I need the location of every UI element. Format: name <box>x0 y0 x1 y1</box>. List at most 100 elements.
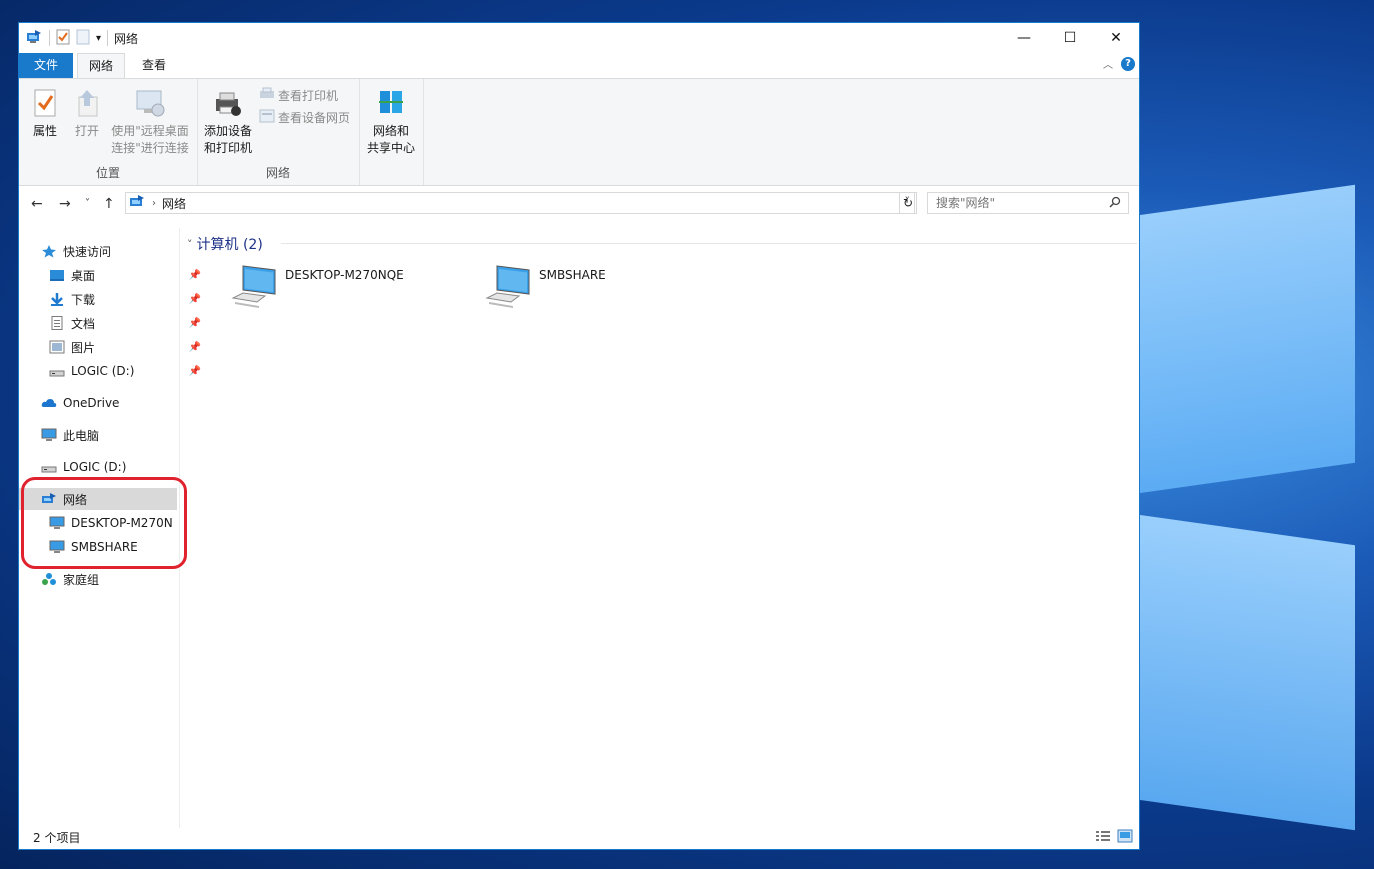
nav-quick-access[interactable]: 快速访问 <box>19 240 199 262</box>
nav-downloads[interactable]: 下载 📌 <box>19 288 207 310</box>
explorer-window: ▾ 网络 — ☐ ✕ 文件 网络 查看 ︿ ? 属性 打开 使用"远程桌面 连接… <box>18 22 1140 850</box>
quick-access-toolbar: ▾ <box>19 29 109 48</box>
nav-onedrive[interactable]: OneDrive <box>19 392 199 414</box>
title-bar: ▾ 网络 — ☐ ✕ <box>19 23 1139 53</box>
up-arrow-icon[interactable]: ↑ <box>103 196 115 212</box>
open-button[interactable]: 打开 <box>69 87 105 140</box>
collapse-ribbon-icon[interactable]: ︿ <box>1103 56 1113 71</box>
nav-onedrive-label: OneDrive <box>63 396 120 410</box>
address-bar-row: ← → ˅ ↑ › 网络 ˅ ↻ <box>19 186 1139 222</box>
ribbon: 属性 打开 使用"远程桌面 连接"进行连接 位置 添加设备 和打印机 查看打印机… <box>19 78 1139 186</box>
desktop-window-pane-bottom <box>1140 515 1355 831</box>
computer-item-smbshare[interactable]: SMBSHARE <box>485 264 606 313</box>
computer-icon <box>231 264 279 313</box>
nav-pictures[interactable]: 图片 📌 <box>19 336 207 358</box>
nav-this-pc-label: 此电脑 <box>63 428 100 443</box>
recent-locations-chevron-icon[interactable]: ˅ <box>85 198 90 209</box>
network-sharing-center-icon <box>375 87 407 119</box>
tab-view[interactable]: 查看 <box>131 53 177 78</box>
desktop-icon <box>49 268 65 282</box>
network-sharing-center-button[interactable]: 网络和 共享中心 <box>365 87 417 157</box>
tab-network[interactable]: 网络 <box>77 53 125 78</box>
breadcrumb-separator-icon[interactable]: › <box>152 198 156 209</box>
nav-desktop[interactable]: 桌面 📌 <box>19 264 207 286</box>
customize-toolbar-chevron-icon[interactable]: ▾ <box>96 33 101 44</box>
nav-downloads-label: 下载 <box>71 292 96 307</box>
network-breadcrumb-icon <box>128 194 146 213</box>
add-device-icon <box>212 87 244 119</box>
tab-file[interactable]: 文件 <box>19 53 73 78</box>
remote-desktop-button[interactable]: 使用"远程桌面 连接"进行连接 <box>109 87 191 157</box>
drive-icon <box>49 364 65 378</box>
highlight-annotation <box>21 477 187 569</box>
nav-homegroup[interactable]: 家庭组 <box>19 568 199 590</box>
network-sharing-center-label-line2: 共享中心 <box>366 141 415 155</box>
nav-logic-drive-pinned[interactable]: LOGIC (D:) 📌 <box>19 360 207 382</box>
breadcrumb[interactable]: 网络 <box>162 195 186 212</box>
remote-desktop-label-line2: 连接"进行连接 <box>111 141 189 155</box>
ribbon-tabs: 文件 网络 查看 <box>19 53 1139 78</box>
properties-label: 属性 <box>32 124 57 138</box>
view-device-webpage-label: 查看设备网页 <box>278 111 351 125</box>
open-label: 打开 <box>74 124 99 138</box>
add-device-button[interactable]: 添加设备 和打印机 <box>203 87 253 157</box>
view-device-webpage-button[interactable]: 查看设备网页 <box>259 109 350 126</box>
new-folder-quick-icon[interactable] <box>76 29 90 48</box>
picture-icon <box>49 340 65 354</box>
properties-button[interactable]: 属性 <box>27 87 63 140</box>
address-field[interactable]: › 网络 ˅ <box>125 192 915 214</box>
forward-arrow-icon[interactable]: → <box>59 196 71 212</box>
group-header-computers[interactable]: ˅ 计算机 (2) <box>187 234 263 254</box>
status-bar: 2 个项目 <box>19 825 1139 849</box>
nav-logic-drive-label: LOGIC (D:) <box>63 460 127 474</box>
add-device-label-line1: 添加设备 <box>203 124 252 138</box>
computer-icon <box>485 264 533 313</box>
nav-quick-access-label: 快速访问 <box>63 244 112 259</box>
computer-item-label: SMBSHARE <box>539 268 606 282</box>
ribbon-group-network: 添加设备 和打印机 查看打印机 查看设备网页 网络 <box>197 79 360 185</box>
back-arrow-icon[interactable]: ← <box>31 196 43 212</box>
nav-logic-drive-pinned-label: LOGIC (D:) <box>71 364 135 378</box>
collapse-group-chevron-icon[interactable]: ˅ <box>187 238 193 251</box>
close-button[interactable]: ✕ <box>1093 23 1139 53</box>
window-title: 网络 <box>114 31 139 46</box>
remote-desktop-icon <box>134 87 166 119</box>
group-divider <box>281 243 1137 244</box>
search-icon <box>1109 196 1121 211</box>
download-icon <box>49 292 65 306</box>
ribbon-group-label-location: 位置 <box>95 166 120 180</box>
properties-quick-icon[interactable] <box>56 29 70 48</box>
desktop-background <box>1140 0 1374 869</box>
minimize-button[interactable]: — <box>1001 23 1047 53</box>
homegroup-icon <box>41 572 57 586</box>
details-view-icon[interactable] <box>1095 829 1111 846</box>
printer-icon <box>259 87 275 104</box>
help-icon[interactable]: ? <box>1121 56 1135 71</box>
nav-pictures-label: 图片 <box>71 340 96 355</box>
network-app-icon <box>25 29 43 48</box>
search-input[interactable] <box>927 192 1129 214</box>
desktop-window-pane-top <box>1140 184 1355 493</box>
content-pane: ˅ 计算机 (2) DESKTOP-M270NQE SMBSHARE <box>181 228 1139 828</box>
view-printers-label: 查看打印机 <box>278 89 339 103</box>
ribbon-group-location: 属性 打开 使用"远程桌面 连接"进行连接 位置 <box>19 79 198 185</box>
refresh-button[interactable]: ↻ <box>899 192 917 214</box>
nav-documents[interactable]: 文档 📌 <box>19 312 207 334</box>
toolbar-separator <box>49 30 50 46</box>
cloud-icon <box>41 396 57 410</box>
toolbar-separator <box>107 30 109 46</box>
remote-desktop-label-line1: 使用"远程桌面 <box>111 124 189 138</box>
group-title: 计算机 (2) <box>196 237 263 253</box>
star-icon <box>41 244 57 258</box>
open-icon <box>71 87 103 119</box>
network-sharing-center-label-line1: 网络和 <box>372 124 409 138</box>
window-controls: — ☐ ✕ <box>1001 23 1139 53</box>
view-printers-button[interactable]: 查看打印机 <box>259 87 338 104</box>
maximize-button[interactable]: ☐ <box>1047 23 1093 53</box>
computer-item-desktop-m270nqe[interactable]: DESKTOP-M270NQE <box>231 264 404 313</box>
large-icons-view-icon[interactable] <box>1117 829 1133 846</box>
maximize-icon: ☐ <box>1063 30 1077 46</box>
nav-this-pc[interactable]: 此电脑 <box>19 424 199 446</box>
nav-logic-drive[interactable]: LOGIC (D:) <box>19 456 199 478</box>
nav-documents-label: 文档 <box>71 316 96 331</box>
